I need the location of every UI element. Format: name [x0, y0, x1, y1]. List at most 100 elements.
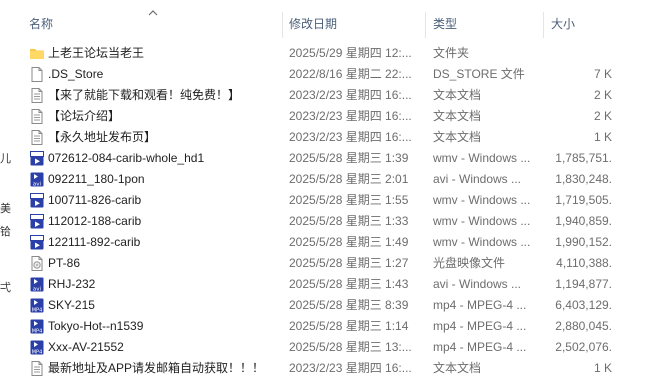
file-name: RHJ-232 [48, 277, 96, 291]
file-size: 1,194,877. [555, 277, 612, 291]
file-type: 光盘映像文件 [433, 256, 506, 270]
file-row[interactable]: 【论坛介绍】 2023/2/23 星期四 16:... 文本文档 2 K [0, 106, 662, 127]
file-modified-date: 2025/5/28 星期三 1:27 [289, 256, 409, 270]
file-type: DS_STORE 文件 [433, 67, 525, 81]
file-name: 最新地址及APP请发邮箱自动获取！！！ [48, 361, 265, 375]
file-type: avi - Windows ... [433, 277, 522, 291]
wmv-video-icon [29, 192, 45, 209]
file-row[interactable]: 122111-892-carib 2025/5/28 星期三 1:49 wmv - … [0, 232, 662, 253]
file-type: wmv - Windows ... [433, 151, 531, 165]
file-type: wmv - Windows ... [433, 214, 531, 228]
file-size: 2 K [593, 88, 612, 102]
file-name: 100711-826-carib [48, 193, 142, 207]
file-modified-date: 2025/5/28 星期三 1:55 [289, 193, 409, 207]
file-row[interactable]: MP4 SKY-215 2025/5/28 星期三 8:39 mp4 - MPEG-4… [0, 295, 662, 316]
file-row[interactable]: 最新地址及APP请发邮箱自动获取！！！ 2023/2/23 星期四 16:... 文… [0, 358, 662, 379]
file-modified-date: 2025/5/28 星期三 1:43 [289, 277, 409, 291]
file-type: avi - Windows ... [433, 172, 522, 186]
file-row[interactable]: avi RHJ-232 2025/5/28 星期三 1:43 avi - Window… [0, 274, 662, 295]
avi-video-icon: avi [29, 276, 45, 293]
column-header-bar: 名称 修改日期 类型 大小 [0, 0, 662, 44]
file-size: 6,403,129. [555, 298, 612, 312]
file-type: 文本文档 [433, 109, 482, 123]
file-name: Xxx-AV-21552 [48, 340, 124, 354]
file-row[interactable]: 上老王论坛当老王 2025/5/29 星期四 12:... 文件夹 [0, 43, 662, 64]
column-header-size[interactable]: 大小 [551, 16, 575, 32]
file-type: mp4 - MPEG-4 ... [433, 340, 527, 354]
file-size: 1 K [593, 361, 612, 375]
file-type: mp4 - MPEG-4 ... [433, 319, 527, 333]
file-row[interactable]: avi 092211_180-1pon 2025/5/28 星期三 2:01 avi … [0, 169, 662, 190]
file-name: SKY-215 [48, 298, 95, 312]
column-header-type[interactable]: 类型 [433, 16, 457, 32]
file-name: Tokyo-Hot--n1539 [48, 319, 144, 333]
file-modified-date: 2025/5/28 星期三 8:39 [289, 298, 409, 312]
file-size [540, 43, 612, 64]
text-file-icon [29, 108, 45, 125]
file-size: 2,502,076. [555, 340, 612, 354]
file-modified-date: 2023/2/23 星期四 16:... [289, 130, 412, 144]
file-size: 2,880,045. [555, 319, 612, 333]
file-type: 文本文档 [433, 361, 482, 375]
folder-icon [29, 45, 45, 62]
file-row[interactable]: 【来了就能下载和观看！纯免费！】 2023/2/23 星期四 16:... 文本文档… [0, 85, 662, 106]
file-type: 文本文档 [433, 130, 482, 144]
file-size: 1 K [593, 130, 612, 144]
column-header-date[interactable]: 修改日期 [289, 16, 337, 32]
file-name: 122111-892-carib [48, 235, 141, 249]
file-row[interactable]: MP4 Tokyo-Hot--n1539 2025/5/28 星期三 1:14 mp4… [0, 316, 662, 337]
text-file-icon [29, 87, 45, 104]
file-row[interactable]: 072612-084-carib-whole_hd1 2025/5/28 星期三 … [0, 148, 662, 169]
file-modified-date: 2022/8/16 星期二 22:... [289, 67, 412, 81]
file-name: .DS_Store [48, 67, 104, 81]
file-name: PT-86 [48, 256, 81, 270]
file-modified-date: 2025/5/28 星期三 2:01 [289, 172, 409, 186]
file-name: 【来了就能下载和观看！纯免费！】 [48, 88, 241, 102]
file-size: 1,830,248. [555, 172, 612, 186]
file-modified-date: 2025/5/28 星期三 1:49 [289, 235, 409, 249]
column-divider[interactable] [282, 12, 283, 38]
file-name: 上老王论坛当老王 [48, 46, 145, 60]
text-file-icon [29, 360, 45, 377]
svg-text:MP4: MP4 [32, 350, 43, 356]
file-row[interactable]: 100711-826-carib 2025/5/28 星期三 1:55 wmv - … [0, 190, 662, 211]
svg-text:MP4: MP4 [32, 308, 43, 314]
file-row[interactable]: MP4 Xxx-AV-21552 2025/5/28 星期三 13:... mp4 -… [0, 337, 662, 358]
text-file-icon [29, 129, 45, 146]
file-type: mp4 - MPEG-4 ... [433, 298, 527, 312]
column-divider[interactable] [543, 12, 544, 38]
column-divider[interactable] [425, 12, 426, 38]
file-size: 1,719,505. [555, 193, 612, 207]
file-modified-date: 2023/2/23 星期四 16:... [289, 88, 412, 102]
file-type: wmv - Windows ... [433, 235, 531, 249]
wmv-video-icon [29, 150, 45, 167]
file-modified-date: 2025/5/28 星期三 1:14 [289, 319, 409, 333]
svg-text:MP4: MP4 [32, 329, 43, 335]
file-modified-date: 2023/2/23 星期四 16:... [289, 109, 412, 123]
file-row[interactable]: PT-86 2025/5/28 星期三 1:27 光盘映像文件 4,110,388. [0, 253, 662, 274]
svg-text:avi: avi [33, 287, 42, 293]
sort-ascending-icon [148, 6, 158, 16]
column-header-name[interactable]: 名称 [29, 16, 53, 32]
file-name: 【永久地址发布页】 [48, 130, 157, 144]
file-type: 文件夹 [433, 46, 470, 60]
file-row[interactable]: 112012-188-carib 2025/5/28 星期三 1:33 wmv - … [0, 211, 662, 232]
file-size: 1,990,152. [555, 235, 612, 249]
mp4-video-icon: MP4 [29, 318, 45, 335]
mp4-video-icon: MP4 [29, 339, 45, 356]
file-row[interactable]: 【永久地址发布页】 2023/2/23 星期四 16:... 文本文档 1 K [0, 127, 662, 148]
file-size: 1,785,751. [555, 151, 612, 165]
file-row[interactable]: .DS_Store 2022/8/16 星期二 22:... DS_STORE 文件… [0, 64, 662, 85]
file-size: 7 K [593, 67, 612, 81]
file-modified-date: 2023/2/23 星期四 16:... [289, 361, 412, 375]
file-type: 文本文档 [433, 88, 482, 102]
file-name: 【论坛介绍】 [48, 109, 121, 123]
avi-video-icon: avi [29, 171, 45, 188]
file-modified-date: 2025/5/28 星期三 1:33 [289, 214, 409, 228]
file-type: wmv - Windows ... [433, 193, 531, 207]
file-name: 072612-084-carib-whole_hd1 [48, 151, 205, 165]
file-name: 112012-188-carib [48, 214, 142, 228]
wmv-video-icon [29, 213, 45, 230]
file-size: 4,110,388. [556, 256, 612, 270]
file-modified-date: 2025/5/29 星期四 12:... [289, 46, 412, 60]
